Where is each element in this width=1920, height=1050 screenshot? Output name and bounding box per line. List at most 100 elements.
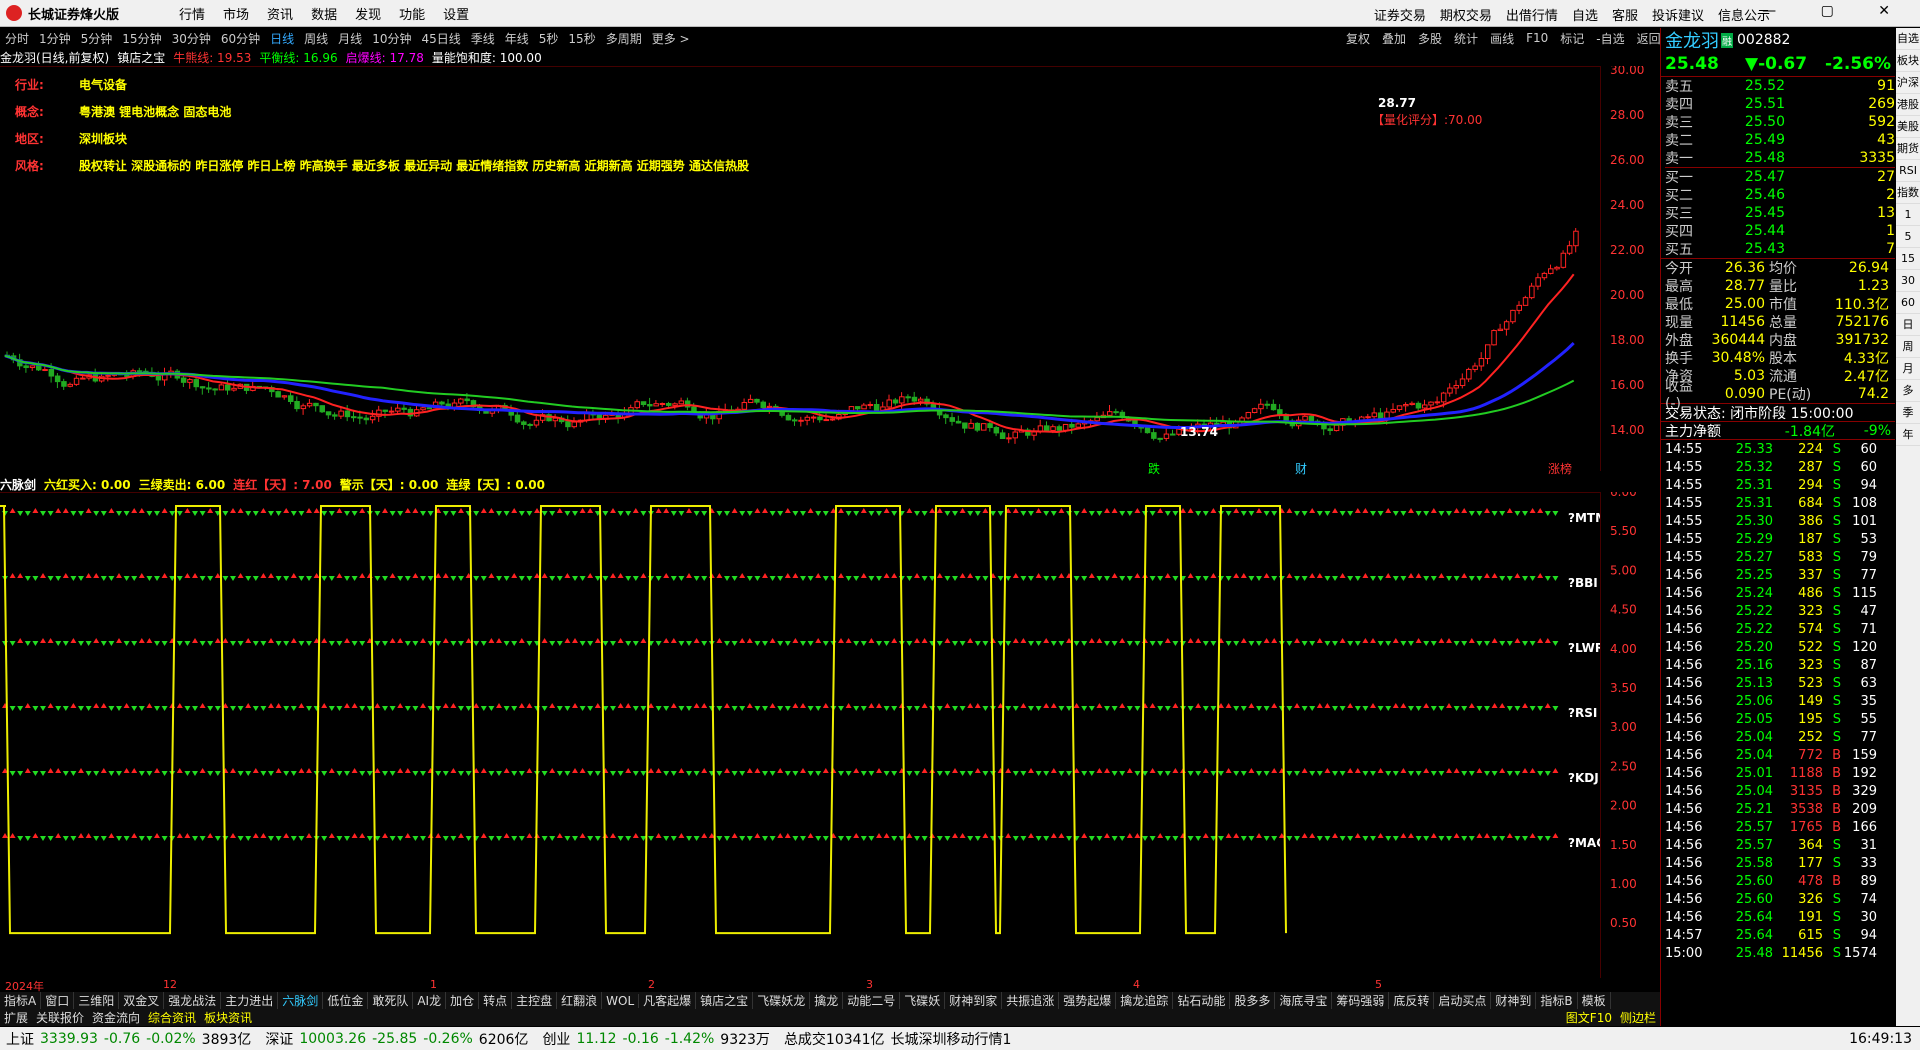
ask-row[interactable]: 卖五 25.52 91 (1665, 77, 1895, 95)
indicator-tab[interactable]: 钻石动能 (1173, 992, 1231, 1009)
bid-row[interactable]: 买二 25.46 2 (1665, 186, 1895, 204)
period-tab[interactable]: 季线 (471, 30, 495, 47)
indicator-tab[interactable]: 强势起爆 (1059, 992, 1117, 1009)
bid-row[interactable]: 买五 25.43 7 (1665, 240, 1895, 258)
indicator-tab[interactable]: 动能二号 (843, 992, 901, 1009)
indicator-tab[interactable]: 筹码强弱 (1332, 992, 1390, 1009)
sidebar-button[interactable]: 港股 (1896, 94, 1920, 116)
sidebar-button[interactable]: 60 (1896, 292, 1920, 314)
period-tab[interactable]: 周线 (304, 30, 328, 47)
indicator-tab[interactable]: 飞碟妖龙 (753, 992, 811, 1009)
sidebar-button[interactable]: 周 (1896, 336, 1920, 358)
bid-row[interactable]: 买一 25.47 27 (1665, 168, 1895, 186)
period-tab[interactable]: 年线 (505, 30, 529, 47)
toolbar-button[interactable]: 标记 (1560, 30, 1584, 47)
indicator-tab[interactable]: 启动买点 (1434, 992, 1492, 1009)
indicator-tab[interactable]: 擒龙追踪 (1116, 992, 1174, 1009)
indicator-tab[interactable]: 敢死队 (368, 992, 414, 1009)
indicator-tab[interactable]: 共振追涨 (1002, 992, 1060, 1009)
sidebar-button[interactable]: 板块 (1896, 50, 1920, 72)
period-tab[interactable]: 10分钟 (372, 30, 411, 47)
period-tab[interactable]: 日线 (270, 30, 294, 47)
indicator-title[interactable]: 六脉剑 (0, 476, 36, 493)
indicator-tab[interactable]: 指标B (1536, 992, 1578, 1009)
right-menu-item[interactable]: 投诉建议 (1652, 9, 1704, 24)
indicator-tab[interactable]: 指标A (0, 992, 42, 1009)
period-tab[interactable]: 15秒 (568, 30, 595, 47)
sidebar-button[interactable]: 30 (1896, 270, 1920, 292)
toolbar-button[interactable]: 画线 (1490, 30, 1514, 47)
toolbar-button[interactable]: 统计 (1454, 30, 1478, 47)
panel-toggle[interactable]: 图文F10 (1562, 1009, 1616, 1026)
indicator-tab[interactable]: 财神到家 (945, 992, 1003, 1009)
liumai-indicator-chart[interactable]: ?MTM?BBI?LWR?RSI?KDJ?MACD (0, 492, 1600, 978)
sidebar-button[interactable]: 自选 (1896, 28, 1920, 50)
indicator-tab[interactable]: 飞碟妖 (900, 992, 946, 1009)
ask-row[interactable]: 卖四 25.51 269 (1665, 95, 1895, 113)
indicator-tab[interactable]: 擒龙 (810, 992, 844, 1009)
extension-tab[interactable]: 扩展 (0, 1009, 32, 1026)
period-tab[interactable]: 45日线 (421, 30, 460, 47)
sidebar-button[interactable]: 日 (1896, 314, 1920, 336)
toolbar-button[interactable]: -自选 (1596, 30, 1624, 47)
menu-item[interactable]: 发现 (355, 8, 381, 23)
indicator-tab[interactable]: 财神到 (1491, 992, 1537, 1009)
sidebar-button[interactable]: 1 (1896, 204, 1920, 226)
period-tab[interactable]: 1分钟 (39, 30, 71, 47)
extension-tab[interactable]: 综合资讯 (144, 1009, 200, 1026)
indicator-tab[interactable]: AI龙 (413, 992, 447, 1009)
sidebar-button[interactable]: RSI (1896, 160, 1920, 182)
sidebar-button[interactable]: 期货 (1896, 138, 1920, 160)
period-tab[interactable]: 5分钟 (81, 30, 113, 47)
indicator-tab[interactable]: 海底寻宝 (1275, 992, 1333, 1009)
sidebar-button[interactable]: 月 (1896, 358, 1920, 380)
tick-list[interactable]: 14:55 25.33 224 S 60 14:55 25.32 287 S 60 14:55 25.… (1661, 439, 1895, 962)
right-menu-item[interactable]: 出借行情 (1506, 9, 1558, 24)
ask-row[interactable]: 卖二 25.49 43 (1665, 131, 1895, 149)
menu-item[interactable]: 市场 (223, 8, 249, 23)
indicator-tab[interactable]: 窗口 (41, 992, 75, 1009)
indicator-tab[interactable]: 底反转 (1389, 992, 1435, 1009)
indicator-tab[interactable]: 模板 (1578, 992, 1611, 1009)
sidebar-button[interactable]: 季 (1896, 402, 1920, 424)
indicator-tab[interactable]: 主力进出 (221, 992, 279, 1009)
menu-item[interactable]: 功能 (399, 8, 425, 23)
menu-item[interactable]: 设置 (443, 8, 469, 23)
bid-row[interactable]: 买三 25.45 13 (1665, 204, 1895, 222)
ask-row[interactable]: 卖一 25.48 3335 (1665, 149, 1895, 167)
bid-row[interactable]: 买四 25.44 1 (1665, 222, 1895, 240)
sidebar-button[interactable]: 5 (1896, 226, 1920, 248)
indicator-tab[interactable]: 转点 (479, 992, 513, 1009)
indicator-tab[interactable]: 主控盘 (512, 992, 558, 1009)
indicator-tab[interactable]: 低位金 (323, 992, 369, 1009)
indicator-tab[interactable]: 镇店之宝 (696, 992, 754, 1009)
panel-toggle[interactable]: 侧边栏 (1616, 1009, 1660, 1026)
indicator-tab[interactable]: 三维阳 (74, 992, 120, 1009)
toolbar-button[interactable]: 复权 (1346, 30, 1370, 47)
period-tab[interactable]: 5秒 (539, 30, 559, 47)
sidebar-button[interactable]: 多 (1896, 380, 1920, 402)
toolbar-button[interactable]: 返回 (1637, 30, 1661, 47)
indicator-tab[interactable]: 加仓 (446, 992, 480, 1009)
menu-item[interactable]: 资讯 (267, 8, 293, 23)
indicator-tab[interactable]: 红翻浪 (557, 992, 603, 1009)
indicator-tab[interactable]: 强龙战法 (164, 992, 222, 1009)
menu-item[interactable]: 数据 (311, 8, 337, 23)
extension-tab[interactable]: 板块资讯 (200, 1009, 256, 1026)
period-tab[interactable]: 30分钟 (172, 30, 211, 47)
indicator-name[interactable]: 镇店之宝 (117, 49, 165, 66)
indicator-tab[interactable]: 股多多 (1230, 992, 1276, 1009)
ask-row[interactable]: 卖三 25.50 592 (1665, 113, 1895, 131)
right-menu-item[interactable]: 客服 (1612, 9, 1638, 24)
right-menu-item[interactable]: 自选 (1572, 9, 1598, 24)
sidebar-button[interactable]: 15 (1896, 248, 1920, 270)
period-tab[interactable]: 分时 (5, 30, 29, 47)
indicator-tab[interactable]: 六脉剑 (278, 992, 324, 1009)
period-tab[interactable]: 15分钟 (122, 30, 161, 47)
period-tab[interactable]: 更多 > (652, 30, 690, 47)
extension-tab[interactable]: 资金流向 (88, 1009, 144, 1026)
indicator-tab[interactable]: 双金叉 (119, 992, 165, 1009)
period-tab[interactable]: 60分钟 (221, 30, 260, 47)
toolbar-button[interactable]: 多股 (1418, 30, 1442, 47)
extension-tab[interactable]: 关联报价 (32, 1009, 88, 1026)
